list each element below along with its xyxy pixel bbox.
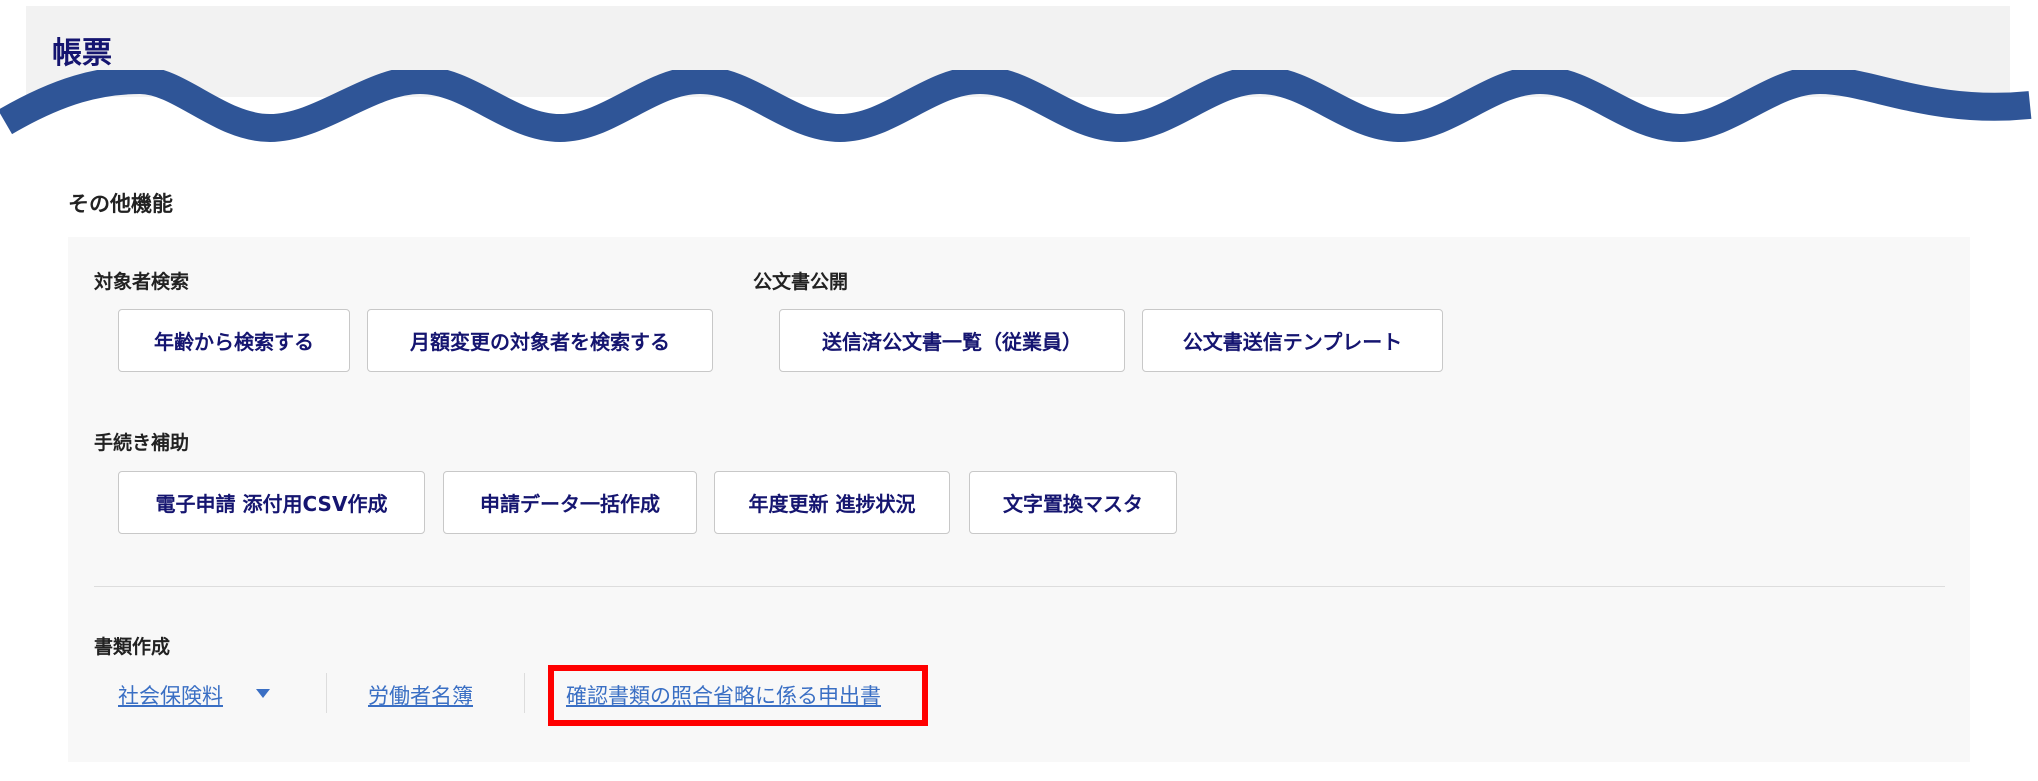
group-label-documents: 書類作成 [94,636,171,658]
caret-down-icon[interactable] [256,689,270,698]
worker-register-link[interactable]: 労働者名簿 [368,680,473,710]
annual-update-progress-button[interactable]: 年度更新 進捗状況 [714,471,950,534]
search-by-age-button[interactable]: 年齢から検索する [118,309,350,372]
sent-documents-list-button[interactable]: 送信済公文書一覧（従業員） [779,309,1125,372]
document-template-button[interactable]: 公文書送信テンプレート [1142,309,1443,372]
section-title: その他機能 [68,192,173,216]
separator [326,673,327,713]
separator [524,673,525,713]
other-functions-panel: 対象者検索 公文書公開 年齢から検索する 月額変更の対象者を検索する 送信済公文… [68,237,1970,762]
group-label-public-docs: 公文書公開 [753,271,849,293]
bulk-application-button[interactable]: 申請データ一括作成 [443,471,697,534]
character-replace-master-button[interactable]: 文字置換マスタ [969,471,1177,534]
social-insurance-link[interactable]: 社会保険料 [118,680,223,710]
search-monthly-change-button[interactable]: 月額変更の対象者を検索する [367,309,713,372]
highlight-box [548,665,928,726]
wave-decoration [0,70,2032,143]
csv-creation-button[interactable]: 電子申請 添付用CSV作成 [118,471,425,534]
group-label-procedure: 手続き補助 [94,432,190,454]
group-label-search: 対象者検索 [94,271,190,293]
page-title: 帳票 [52,36,112,71]
divider [94,586,1945,587]
